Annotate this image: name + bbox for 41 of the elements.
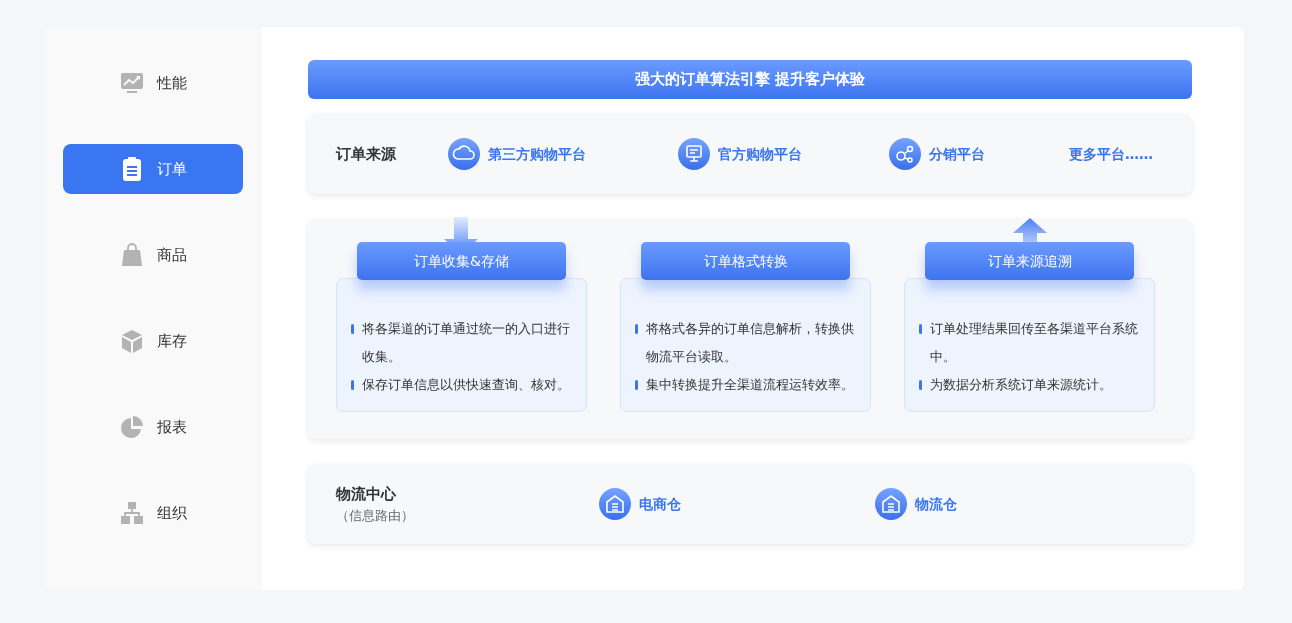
cube-icon [119, 328, 145, 354]
sidebar-item[interactable]: 订单 [63, 144, 243, 194]
bullet-text: 将各渠道的订单通过统一的入口进行收集。 [362, 320, 571, 366]
bullet-text: 订单处理结果回传至各渠道平台系统中。 [930, 320, 1139, 366]
section-title: 订单来源 [336, 143, 397, 165]
bullet-mark [919, 380, 922, 390]
warehouse-icon [599, 488, 631, 520]
section-subtitle: （信息路由） [336, 506, 415, 525]
bullet-text: 为数据分析系统订单来源统计。 [930, 376, 1112, 394]
bullet-mark [351, 380, 354, 390]
sidebar-item[interactable]: 商品 [63, 230, 243, 280]
shopping-bag-icon [119, 242, 145, 268]
monitor-icon [678, 138, 710, 170]
platform-label: 官方购物平台 [718, 144, 802, 164]
cloud-icon [448, 138, 480, 170]
step-title: 订单来源追溯 [925, 242, 1134, 280]
section-title: 物流中心 [336, 484, 397, 505]
org-chart-icon [119, 500, 145, 526]
bullet-mark [635, 380, 638, 390]
platform-label: 第三方购物平台 [488, 144, 586, 164]
banner-title: 强大的订单算法引擎 提升客户体验 [308, 60, 1192, 99]
warehouse-label: 电商仓 [639, 494, 681, 514]
bullet-text: 集中转换提升全渠道流程运转效率。 [646, 376, 854, 394]
bullet-text: 保存订单信息以供快速查询、核对。 [362, 376, 570, 394]
sidebar-item[interactable]: 性能 [63, 58, 243, 108]
step-title: 订单收集&存储 [357, 242, 566, 280]
platform-label: 分销平台 [929, 144, 985, 164]
warehouse-label: 物流仓 [915, 494, 957, 514]
chart-icon [119, 70, 145, 96]
bullet-mark [635, 324, 638, 334]
pie-chart-icon [119, 414, 145, 440]
bullet-mark [351, 324, 354, 334]
warehouse-icon [875, 488, 907, 520]
platform-label: 更多平台…… [1069, 144, 1153, 164]
sidebar-item[interactable]: 库存 [63, 316, 243, 366]
share-icon [889, 138, 921, 170]
bullet-mark [919, 324, 922, 334]
sidebar-item[interactable]: 报表 [63, 402, 243, 452]
sidebar-item[interactable]: 组织 [63, 488, 243, 538]
step-title: 订单格式转换 [641, 242, 850, 280]
bullet-text: 将格式各异的订单信息解析，转换供物流平台读取。 [646, 320, 855, 366]
